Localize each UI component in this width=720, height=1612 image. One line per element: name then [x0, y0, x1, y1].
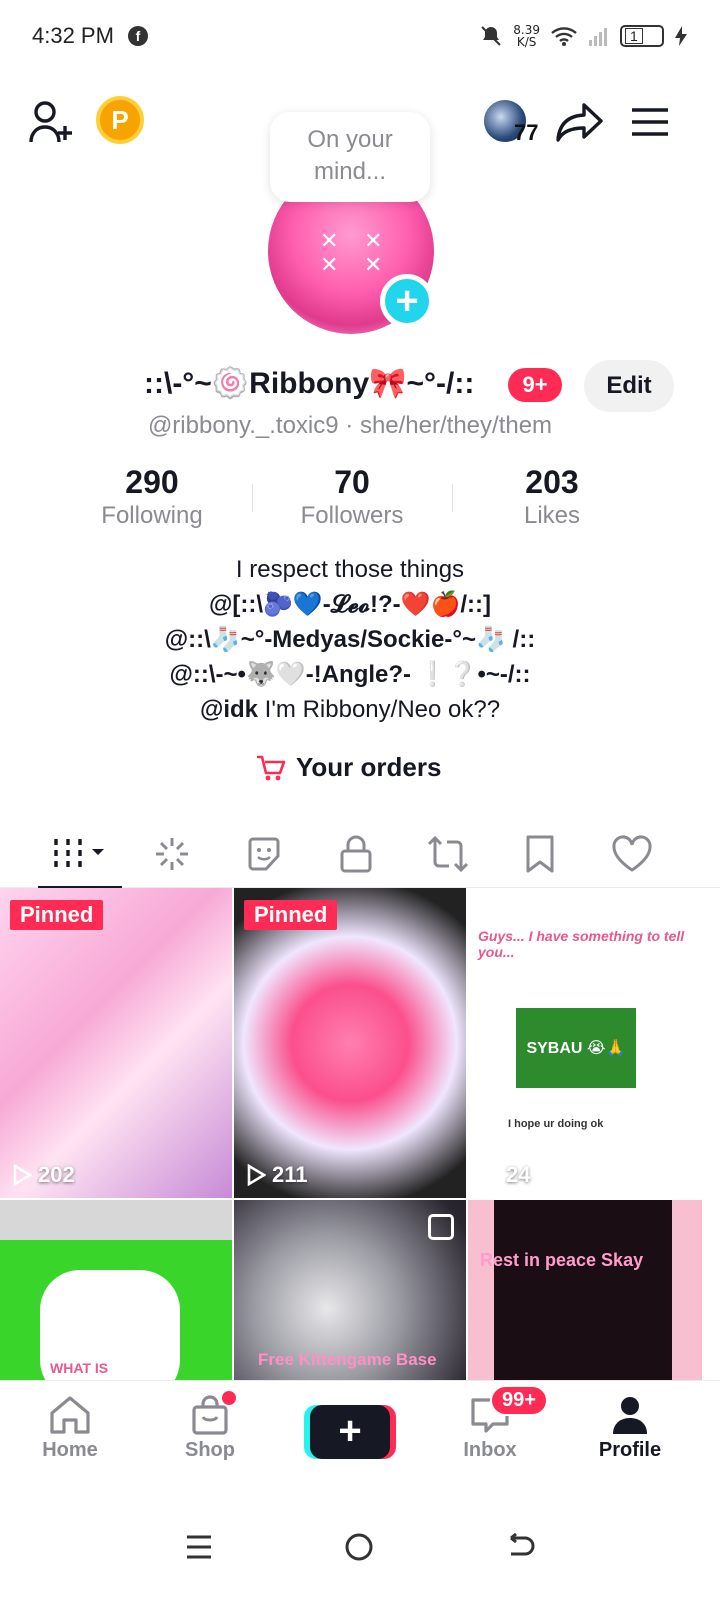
system-nav-bar	[0, 1482, 720, 1612]
username-handle: @ribbony._.toxic9 · she/her/they/them	[147, 412, 553, 439]
grid-icon	[54, 839, 104, 867]
nav-profile[interactable]: Profile	[560, 1381, 700, 1482]
profile-person-icon	[613, 1397, 647, 1434]
bio-mention[interactable]: @idk	[200, 696, 258, 723]
sticker-icon	[248, 837, 280, 871]
create-button[interactable]: +	[280, 1381, 420, 1482]
coin-icon: P	[111, 104, 129, 135]
profile-bio: I respect those things @[::\🫐💙-𝓛𝓮𝓸!?-❤️🍎…	[0, 552, 700, 727]
cart-icon	[257, 755, 286, 780]
multi-photo-icon	[428, 1214, 454, 1240]
home-circle-icon[interactable]	[344, 1532, 374, 1562]
stat-following[interactable]: 290 Following	[52, 462, 252, 532]
coin-button[interactable]: P	[96, 96, 144, 144]
inbox-badge: 99+	[490, 1385, 548, 1416]
thumbnail-caption: Guys... I have something to tell you...	[478, 928, 685, 960]
status-time: 4:32 PM	[32, 23, 114, 48]
nav-shop[interactable]: Shop	[140, 1381, 280, 1482]
plus-icon: +	[395, 279, 419, 323]
tab-reposts[interactable]	[402, 820, 494, 888]
tab-videos[interactable]	[34, 820, 126, 889]
heart-icon	[612, 835, 652, 872]
nav-inbox[interactable]: Inbox 99+	[420, 1381, 560, 1482]
lock-icon	[340, 835, 372, 873]
thumbnail-comment: I hope ur doing ok	[508, 1118, 604, 1130]
signal-icon	[589, 28, 607, 46]
play-icon	[13, 1164, 32, 1186]
mini-avatar-count: 77	[514, 120, 539, 145]
your-orders-link[interactable]: Your orders	[256, 752, 441, 783]
wifi-icon	[551, 27, 577, 46]
recent-apps-icon[interactable]	[185, 1533, 213, 1561]
bio-line: @idk I'm Ribbony/Neo ok??	[199, 696, 501, 723]
stat-likes[interactable]: 203 Likes	[452, 462, 652, 532]
share-button[interactable]	[554, 96, 606, 148]
facebook-icon: f	[127, 26, 148, 46]
notification-badge[interactable]: 9+	[508, 368, 562, 402]
hamburger-icon	[632, 108, 668, 136]
thumbnail-caption: Free Kittengame Base	[258, 1350, 437, 1369]
mute-bell-icon	[481, 26, 501, 46]
network-speed: 8.39 K/S	[513, 23, 540, 49]
tab-stickers[interactable]	[218, 820, 310, 888]
pinned-badge: Pinned	[244, 900, 338, 930]
bio-line: I respect those things	[235, 556, 465, 583]
profile-tabs	[0, 820, 720, 889]
plus-icon: +	[338, 1409, 362, 1453]
tab-private[interactable]	[310, 820, 402, 888]
view-count: 211	[246, 1162, 308, 1188]
add-person-icon	[29, 101, 72, 143]
view-count: 24	[480, 1162, 530, 1188]
charging-icon	[675, 26, 687, 46]
bottom-nav: Home Shop + Inbox 99+ Profile	[0, 1380, 720, 1482]
status-bar: 4:32 PM f 8.39 K/S 1	[0, 0, 720, 72]
tab-highlights[interactable]	[126, 820, 218, 888]
on-your-mind-bubble[interactable]: On your mind...	[270, 112, 430, 202]
menu-button[interactable]	[628, 100, 672, 144]
play-icon	[481, 1164, 500, 1186]
add-story-button[interactable]: +	[380, 274, 434, 328]
bio-mention-line[interactable]: @[::\🫐💙-𝓛𝓮𝓸!?-❤️🍎/::]	[0, 587, 700, 622]
tab-liked[interactable]	[586, 820, 678, 888]
bio-mention-line[interactable]: @::\-~•🐺🤍-!Angle?- ❕❔•~-/::	[0, 657, 700, 692]
view-count: 202	[12, 1162, 75, 1188]
pinned-badge: Pinned	[10, 900, 104, 930]
profile-stats: 290 Following 70 Followers 203 Likes	[52, 462, 652, 532]
share-arrow-icon	[556, 103, 603, 142]
thumbnail-caption: Rest in peace Skay	[480, 1250, 644, 1270]
home-icon	[50, 1396, 90, 1434]
stat-followers[interactable]: 70 Followers	[252, 462, 452, 532]
play-icon	[247, 1164, 266, 1186]
video-thumbnail[interactable]: Guys... I have something to tell you... …	[468, 888, 702, 1198]
display-name: ::\-°~🍥Ribbony🎀~°-/::	[144, 367, 475, 400]
video-thumbnail[interactable]: Pinned 202	[0, 888, 232, 1198]
shop-notification-dot	[222, 1391, 236, 1405]
repost-icon	[427, 835, 469, 873]
add-friend-button[interactable]	[28, 98, 76, 146]
name-row: ::\-°~🍥Ribbony🎀~°-/:: 9+ Edit	[0, 360, 720, 412]
edit-profile-button[interactable]: Edit	[584, 360, 674, 412]
thumbnail-caption: WHAT IS	[50, 1360, 109, 1376]
battery-icon: 1	[620, 25, 664, 47]
nav-home[interactable]: Home	[0, 1381, 140, 1482]
video-thumbnail[interactable]: Pinned 211	[234, 888, 466, 1198]
bookmark-icon	[526, 835, 554, 873]
tab-favorites[interactable]	[494, 820, 586, 888]
sparkle-icon	[156, 838, 188, 870]
back-icon[interactable]	[505, 1533, 535, 1561]
thumbnail-comment: SYBAU 😭🙏	[516, 1008, 636, 1088]
bio-mention-line[interactable]: @::\🧦~°-Medyas/Sockie-°~🧦 /::	[0, 622, 700, 657]
